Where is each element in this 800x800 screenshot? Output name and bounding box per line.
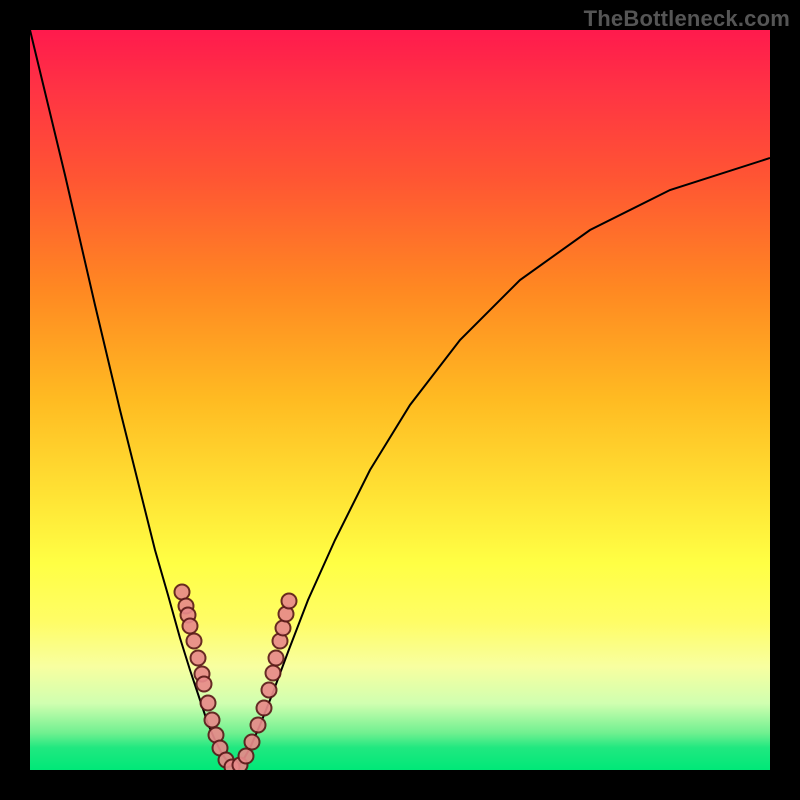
data-point [205, 713, 220, 728]
data-point [282, 594, 297, 609]
data-point [251, 718, 266, 733]
data-point [201, 696, 216, 711]
data-point [183, 619, 198, 634]
data-point [262, 683, 277, 698]
data-point [191, 651, 206, 666]
data-point [187, 634, 202, 649]
data-point [269, 651, 284, 666]
data-point [245, 735, 260, 750]
data-point [257, 701, 272, 716]
data-point [266, 666, 281, 681]
watermark-text: TheBottleneck.com [584, 6, 790, 32]
chart-frame: TheBottleneck.com [0, 0, 800, 800]
right-curve [235, 158, 770, 768]
curve-layer [30, 30, 770, 770]
plot-area [30, 30, 770, 770]
data-point [175, 585, 190, 600]
data-point [239, 749, 254, 764]
data-point [276, 621, 291, 636]
data-point [197, 677, 212, 692]
